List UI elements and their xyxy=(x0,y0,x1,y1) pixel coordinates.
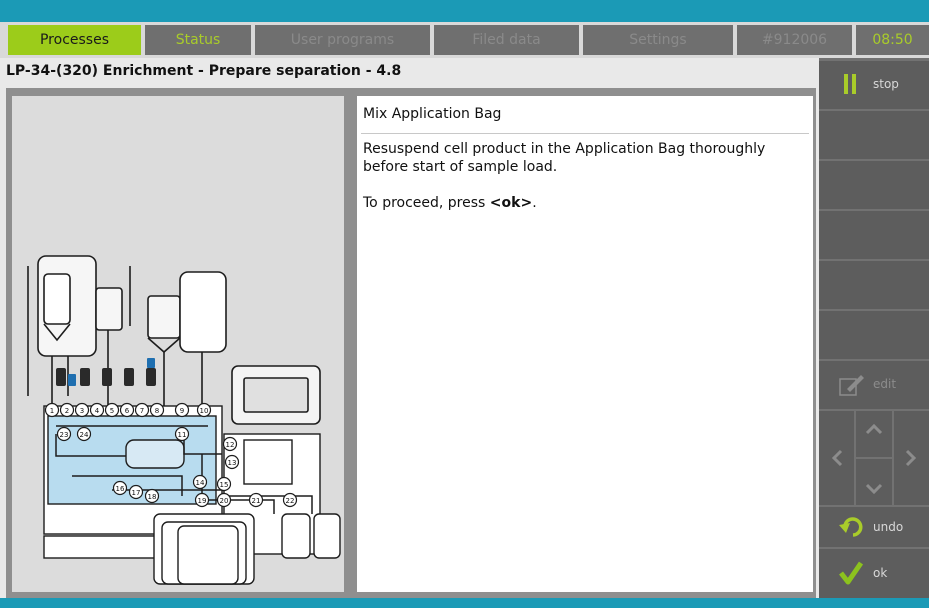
blank-button-2 xyxy=(819,161,929,209)
undo-button[interactable]: undo xyxy=(819,507,929,547)
port-number: 18 xyxy=(148,493,157,501)
undo-label: undo xyxy=(873,520,904,534)
diagram-panel: 1 2 3 4 5 6 7 8 9 10 11 12 13 14 15 16 17 18 19 20 21 22 23 24 xyxy=(6,96,344,598)
port-number: 8 xyxy=(155,407,159,415)
port-number: 2 xyxy=(65,407,69,415)
arrow-down-icon[interactable] xyxy=(865,483,883,495)
ok-label: ok xyxy=(873,566,888,580)
tab-filed-data[interactable]: Filed data xyxy=(434,25,579,55)
pause-icon xyxy=(844,74,856,94)
undo-icon xyxy=(839,517,863,537)
arrow-pad xyxy=(819,411,929,505)
edit-button[interactable]: edit xyxy=(819,361,929,409)
proceed-suffix: . xyxy=(532,195,537,211)
port-number: 15 xyxy=(220,481,229,489)
tab-processes[interactable]: Processes xyxy=(8,25,141,55)
edit-icon xyxy=(839,375,864,396)
message-body: Resuspend cell product in the Applicatio… xyxy=(363,141,766,175)
clock: 08:50 xyxy=(856,25,929,55)
device-id: #912006 xyxy=(737,25,852,55)
port-number: 9 xyxy=(180,407,184,415)
port-number: 20 xyxy=(220,497,229,505)
port-number: 23 xyxy=(60,431,69,439)
message-panel: Mix Application Bag Resuspend cell produ… xyxy=(354,96,816,598)
stop-button[interactable]: stop xyxy=(819,61,929,109)
port-number: 12 xyxy=(226,441,235,449)
tab-settings[interactable]: Settings xyxy=(583,25,733,55)
port-number: 19 xyxy=(198,497,207,505)
arrow-right-icon[interactable] xyxy=(905,449,917,467)
port-number: 5 xyxy=(110,407,114,415)
port-number: 7 xyxy=(140,407,144,415)
proceed-key: <ok> xyxy=(489,195,533,211)
port-number: 11 xyxy=(178,431,187,439)
port-number: 16 xyxy=(116,485,125,493)
page-title: LP-34-(320) Enrichment - Prepare separat… xyxy=(6,63,402,79)
port-number: 6 xyxy=(125,407,130,415)
proceed-instruction: To proceed, press <ok>. xyxy=(363,195,537,211)
tab-user-programs[interactable]: User programs xyxy=(255,25,430,55)
tab-status[interactable]: Status xyxy=(145,25,251,55)
edit-label: edit xyxy=(873,377,897,391)
main-navigation: Processes Status User programs Filed dat… xyxy=(0,22,929,58)
blank-button-3 xyxy=(819,211,929,259)
checkmark-icon xyxy=(839,561,863,585)
port-number: 10 xyxy=(200,407,209,415)
panel-divider xyxy=(344,96,354,598)
port-number: 14 xyxy=(196,479,205,487)
action-sidebar: stop edit undo ok xyxy=(819,58,929,598)
port-number: 22 xyxy=(286,497,295,505)
port-number: 21 xyxy=(252,497,261,505)
proceed-prefix: To proceed, press xyxy=(363,195,490,211)
blank-button-4 xyxy=(819,261,929,309)
port-number: 3 xyxy=(80,407,84,415)
ok-button[interactable]: ok xyxy=(819,549,929,598)
blank-button-1 xyxy=(819,111,929,159)
panel-header-bar xyxy=(6,88,816,96)
stop-label: stop xyxy=(873,77,899,91)
top-accent-bar xyxy=(0,0,929,22)
message-separator xyxy=(361,133,809,134)
tubing-set-diagram: 1 2 3 4 5 6 7 8 9 1011121314 1516 17 18 19 20 21 2223 24 xyxy=(27,255,341,585)
port-number: 1 xyxy=(50,407,54,415)
bottom-accent-bar xyxy=(0,598,929,608)
port-number: 4 xyxy=(95,407,100,415)
arrow-up-icon[interactable] xyxy=(865,423,883,435)
port-number: 24 xyxy=(80,431,89,439)
arrow-left-icon[interactable] xyxy=(831,449,843,467)
message-heading: Mix Application Bag xyxy=(363,106,502,122)
port-number: 17 xyxy=(132,489,141,497)
port-number: 13 xyxy=(228,459,237,467)
blank-button-5 xyxy=(819,311,929,359)
